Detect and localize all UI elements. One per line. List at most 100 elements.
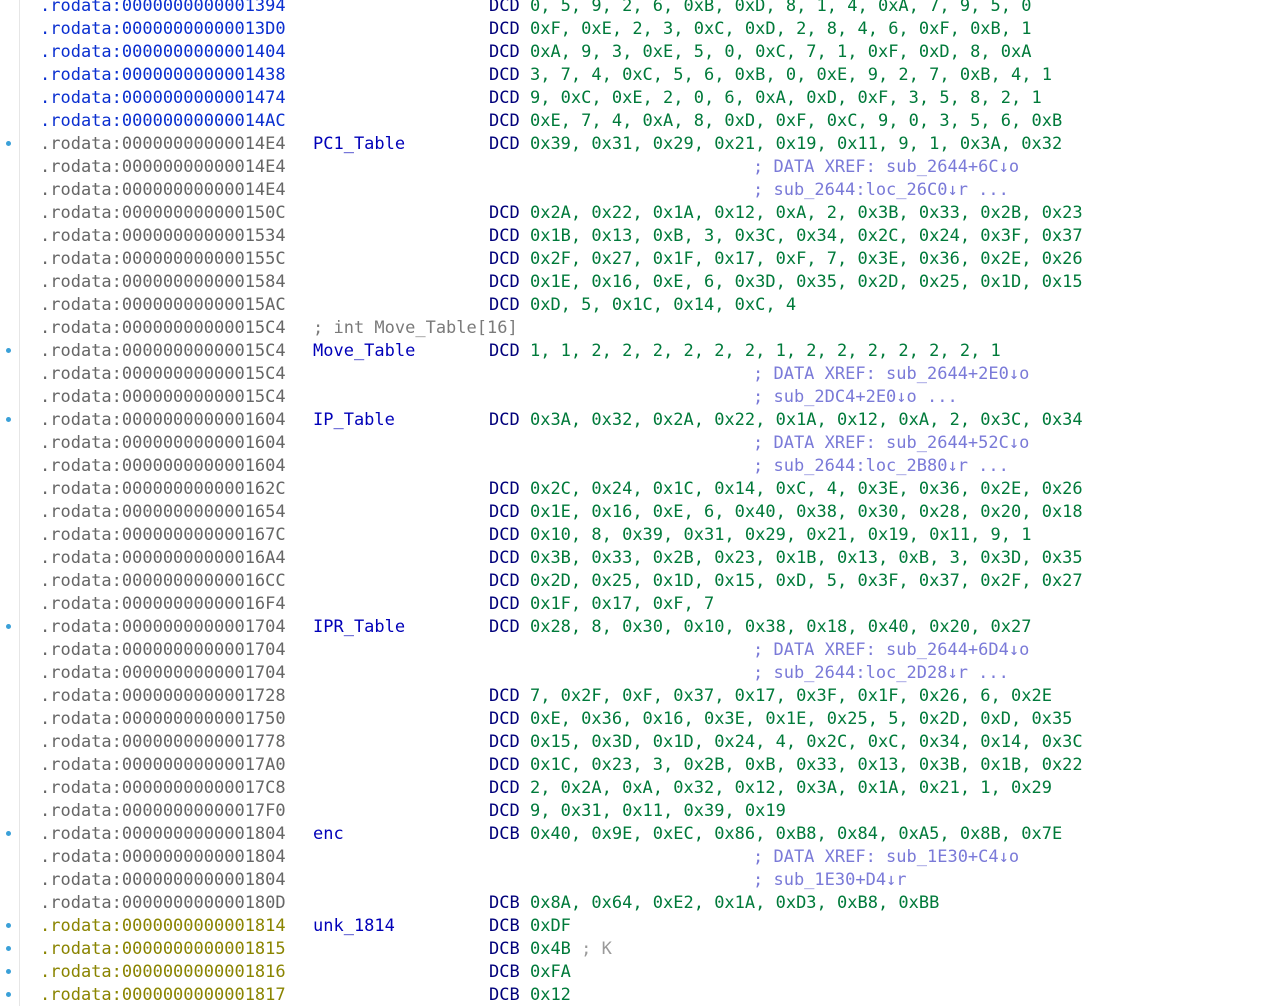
data-directive[interactable]: DCD 0x1B, 0x13, 0xB, 3, 0x3C, 0x34, 0x2C… <box>489 225 1083 248</box>
segment-address[interactable]: .rodata:00000000000017F0 <box>40 800 286 823</box>
symbol-label[interactable]: unk_1814 <box>313 915 395 938</box>
segment-address[interactable]: .rodata:0000000000001474 <box>40 87 286 110</box>
listing-row[interactable]: .rodata:0000000000001816 DCB 0xFA <box>0 961 1280 984</box>
operands[interactable]: 3, 7, 4, 0xC, 5, 6, 0xB, 0, 0xE, 9, 2, 7… <box>530 65 1052 85</box>
listing-row[interactable]: .rodata:0000000000001804 ; DATA XREF: sub… <box>0 846 1280 869</box>
listing-row[interactable]: .rodata:000000000000167C DCD 0x10, 8, 0x3… <box>0 524 1280 547</box>
operands[interactable]: 0x1C, 0x23, 3, 0x2B, 0xB, 0x33, 0x13, 0x… <box>530 755 1083 775</box>
listing-row[interactable]: .rodata:0000000000001804 ; sub_1E30+D4↓r <box>0 869 1280 892</box>
segment-address[interactable]: .rodata:00000000000015C4 <box>40 386 286 409</box>
segment-address[interactable]: .rodata:0000000000001394 <box>40 0 286 18</box>
data-directive[interactable]: DCB 0x12 <box>489 984 571 1007</box>
segment-address[interactable]: .rodata:0000000000001604 <box>40 455 286 478</box>
listing-row[interactable]: .rodata:0000000000001817 DCB 0x12 <box>0 984 1280 1007</box>
listing-row[interactable]: .rodata:00000000000017C8 DCD 2, 0x2A, 0xA… <box>0 777 1280 800</box>
xref-comment[interactable]: ; DATA XREF: sub_2644+6C↓o <box>753 156 1019 179</box>
listing-row[interactable]: .rodata:00000000000015C4 ; DATA XREF: sub… <box>0 363 1280 386</box>
data-directive[interactable]: DCB 0x4B ; K <box>489 938 612 961</box>
segment-address[interactable]: .rodata:0000000000001804 <box>40 869 286 892</box>
segment-address[interactable]: .rodata:0000000000001654 <box>40 501 286 524</box>
listing-row[interactable]: .rodata:0000000000001438 DCD 3, 7, 4, 0xC… <box>0 64 1280 87</box>
data-directive[interactable]: DCD 0, 5, 9, 2, 6, 0xB, 0xD, 8, 1, 4, 0x… <box>489 0 1031 18</box>
data-directive[interactable]: DCD 0x1E, 0x16, 0xE, 6, 0x3D, 0x35, 0x2D… <box>489 271 1083 294</box>
segment-address[interactable]: .rodata:0000000000001704 <box>40 616 286 639</box>
data-directive[interactable]: DCD 3, 7, 4, 0xC, 5, 6, 0xB, 0, 0xE, 9, … <box>489 64 1052 87</box>
listing-row[interactable]: .rodata:000000000000155C DCD 0x2F, 0x27, … <box>0 248 1280 271</box>
listing-row[interactable]: .rodata:00000000000015C4 ; sub_2DC4+2E0↓o… <box>0 386 1280 409</box>
listing-row[interactable]: .rodata:0000000000001804 enc DCB 0x40, 0x9… <box>0 823 1280 846</box>
listing-row[interactable]: .rodata:00000000000017A0 DCD 0x1C, 0x23, … <box>0 754 1280 777</box>
segment-address[interactable]: .rodata:0000000000001438 <box>40 64 286 87</box>
xref-comment[interactable]: ; sub_1E30+D4↓r <box>753 869 907 892</box>
segment-address[interactable]: .rodata:00000000000016F4 <box>40 593 286 616</box>
operands[interactable]: 0x1E, 0x16, 0xE, 6, 0x3D, 0x35, 0x2D, 0x… <box>530 272 1083 292</box>
listing-row[interactable]: .rodata:00000000000014AC DCD 0xE, 7, 4, 0… <box>0 110 1280 133</box>
segment-address[interactable]: .rodata:0000000000001804 <box>40 846 286 869</box>
listing-row[interactable]: .rodata:00000000000016CC DCD 0x2D, 0x25, … <box>0 570 1280 593</box>
listing-row[interactable]: .rodata:00000000000014E4 PC1_Table DCD 0x3… <box>0 133 1280 156</box>
listing-row[interactable]: .rodata:0000000000001704 ; DATA XREF: sub… <box>0 639 1280 662</box>
segment-address[interactable]: .rodata:00000000000014E4 <box>40 133 286 156</box>
operands[interactable]: 0xA, 9, 3, 0xE, 5, 0, 0xC, 7, 1, 0xF, 0x… <box>530 42 1032 62</box>
segment-address[interactable]: .rodata:0000000000001704 <box>40 639 286 662</box>
data-directive[interactable]: DCD 0x39, 0x31, 0x29, 0x21, 0x19, 0x11, … <box>489 133 1062 156</box>
listing-row[interactable]: .rodata:0000000000001814 unk_1814 DCB 0xDF <box>0 915 1280 938</box>
operands[interactable]: 0x39, 0x31, 0x29, 0x21, 0x19, 0x11, 9, 1… <box>530 134 1062 154</box>
segment-address[interactable]: .rodata:0000000000001750 <box>40 708 286 731</box>
operands[interactable]: 0x3A, 0x32, 0x2A, 0x22, 0x1A, 0x12, 0xA,… <box>530 410 1083 430</box>
listing-row[interactable]: .rodata:00000000000015AC DCD 0xD, 5, 0x1C… <box>0 294 1280 317</box>
segment-address[interactable]: .rodata:00000000000014E4 <box>40 179 286 202</box>
data-directive[interactable]: DCD 0xF, 0xE, 2, 3, 0xC, 0xD, 2, 8, 4, 6… <box>489 18 1031 41</box>
operands[interactable]: 0x4B <box>530 939 571 959</box>
operands[interactable]: 0x2C, 0x24, 0x1C, 0x14, 0xC, 4, 0x3E, 0x… <box>530 479 1083 499</box>
segment-address[interactable]: .rodata:00000000000015C4 <box>40 317 286 340</box>
data-directive[interactable]: DCB 0xDF <box>489 915 571 938</box>
segment-address[interactable]: .rodata:0000000000001534 <box>40 225 286 248</box>
data-directive[interactable]: DCD 0x2C, 0x24, 0x1C, 0x14, 0xC, 4, 0x3E… <box>489 478 1083 501</box>
listing-row[interactable]: .rodata:0000000000001474 DCD 9, 0xC, 0xE,… <box>0 87 1280 110</box>
segment-address[interactable]: .rodata:0000000000001584 <box>40 271 286 294</box>
xref-comment[interactable]: ; DATA XREF: sub_2644+6D4↓o <box>753 639 1029 662</box>
listing-row[interactable]: .rodata:00000000000016A4 DCD 0x3B, 0x33, … <box>0 547 1280 570</box>
data-directive[interactable]: DCD 7, 0x2F, 0xF, 0x37, 0x17, 0x3F, 0x1F… <box>489 685 1052 708</box>
operands[interactable]: 9, 0x31, 0x11, 0x39, 0x19 <box>530 801 786 821</box>
data-directive[interactable]: DCB 0x40, 0x9E, 0xEC, 0x86, 0xB8, 0x84, … <box>489 823 1062 846</box>
operands[interactable]: 0xE, 0x36, 0x16, 0x3E, 0x1E, 0x25, 5, 0x… <box>530 709 1072 729</box>
symbol-label[interactable]: PC1_Table <box>313 133 405 156</box>
segment-address[interactable]: .rodata:00000000000017A0 <box>40 754 286 777</box>
segment-address[interactable]: .rodata:00000000000014AC <box>40 110 286 133</box>
operands[interactable]: 0x2D, 0x25, 0x1D, 0x15, 0xD, 5, 0x3F, 0x… <box>530 571 1083 591</box>
symbol-label[interactable]: Move_Table <box>313 340 415 363</box>
operands[interactable]: 0x2A, 0x22, 0x1A, 0x12, 0xA, 2, 0x3B, 0x… <box>530 203 1083 223</box>
listing-row[interactable]: .rodata:00000000000015C4 ; int Move_Table… <box>0 317 1280 340</box>
operands[interactable]: 0xDF <box>530 916 571 936</box>
segment-address[interactable]: .rodata:000000000000155C <box>40 248 286 271</box>
data-directive[interactable]: DCD 0xD, 5, 0x1C, 0x14, 0xC, 4 <box>489 294 796 317</box>
symbol-label[interactable]: IP_Table <box>313 409 395 432</box>
listing-row[interactable]: .rodata:00000000000015C4 Move_Table DCD 1,… <box>0 340 1280 363</box>
listing-row[interactable]: .rodata:000000000000180D DCB 0x8A, 0x64, … <box>0 892 1280 915</box>
operands[interactable]: 0x1B, 0x13, 0xB, 3, 0x3C, 0x34, 0x2C, 0x… <box>530 226 1083 246</box>
xref-comment[interactable]: ; DATA XREF: sub_2644+2E0↓o <box>753 363 1029 386</box>
data-directive[interactable]: DCD 0x2D, 0x25, 0x1D, 0x15, 0xD, 5, 0x3F… <box>489 570 1083 593</box>
data-directive[interactable]: DCD 0xE, 0x36, 0x16, 0x3E, 0x1E, 0x25, 5… <box>489 708 1072 731</box>
listing-row[interactable]: .rodata:0000000000001534 DCD 0x1B, 0x13, … <box>0 225 1280 248</box>
data-directive[interactable]: DCD 0x2A, 0x22, 0x1A, 0x12, 0xA, 2, 0x3B… <box>489 202 1083 225</box>
operands[interactable]: 0x40, 0x9E, 0xEC, 0x86, 0xB8, 0x84, 0xA5… <box>530 824 1062 844</box>
operands[interactable]: 0xE, 7, 4, 0xA, 8, 0xD, 0xF, 0xC, 9, 0, … <box>530 111 1062 131</box>
data-directive[interactable]: DCB 0x8A, 0x64, 0xE2, 0x1A, 0xD3, 0xB8, … <box>489 892 939 915</box>
segment-address[interactable]: .rodata:0000000000001804 <box>40 823 286 846</box>
data-directive[interactable]: DCD 9, 0xC, 0xE, 2, 0, 6, 0xA, 0xD, 0xF,… <box>489 87 1042 110</box>
data-directive[interactable]: DCB 0xFA <box>489 961 571 984</box>
segment-address[interactable]: .rodata:000000000000167C <box>40 524 286 547</box>
xref-comment[interactable]: ; DATA XREF: sub_1E30+C4↓o <box>753 846 1019 869</box>
data-directive[interactable]: DCD 0x1F, 0x17, 0xF, 7 <box>489 593 714 616</box>
data-directive[interactable]: DCD 0x10, 8, 0x39, 0x31, 0x29, 0x21, 0x1… <box>489 524 1031 547</box>
operands[interactable]: 0x15, 0x3D, 0x1D, 0x24, 4, 0x2C, 0xC, 0x… <box>530 732 1083 752</box>
symbol-label[interactable]: IPR_Table <box>313 616 405 639</box>
segment-address[interactable]: .rodata:00000000000014E4 <box>40 156 286 179</box>
segment-address[interactable]: .rodata:0000000000001815 <box>40 938 286 961</box>
operands[interactable]: 0x8A, 0x64, 0xE2, 0x1A, 0xD3, 0xB8, 0xBB <box>530 893 939 913</box>
operands[interactable]: 1, 1, 2, 2, 2, 2, 2, 2, 1, 2, 2, 2, 2, 2… <box>530 341 1001 361</box>
data-directive[interactable]: DCD 1, 1, 2, 2, 2, 2, 2, 2, 1, 2, 2, 2, … <box>489 340 1001 363</box>
